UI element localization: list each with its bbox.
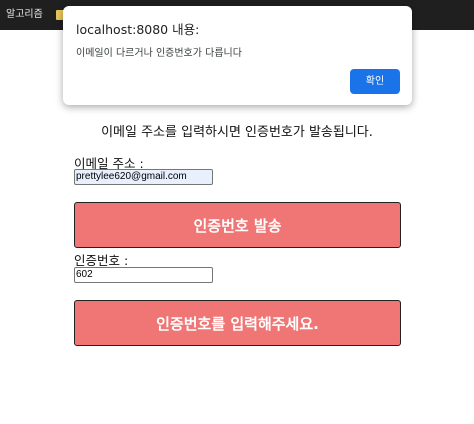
email-field[interactable]: prettylee620@gmail.com <box>74 169 213 185</box>
alert-message: 이메일이 다르거나 인증번호가 다릅니다 <box>76 48 242 59</box>
code-field[interactable]: 602 <box>74 267 213 283</box>
alert-dialog: localhost:8080 내용: 이메일이 다르거나 인증번호가 다릅니다 … <box>63 6 412 105</box>
submit-code-button[interactable]: 인증번호를 입력해주세요. <box>74 300 401 346</box>
instruction-text: 이메일 주소를 입력하시면 인증번호가 발송됩니다. <box>101 125 373 140</box>
send-code-button[interactable]: 인증번호 발송 <box>74 202 401 248</box>
alert-title: localhost:8080 내용: <box>76 22 200 37</box>
ok-button[interactable]: 확인 <box>350 69 400 94</box>
bookmark-item[interactable]: 알고리즘 <box>6 9 43 21</box>
